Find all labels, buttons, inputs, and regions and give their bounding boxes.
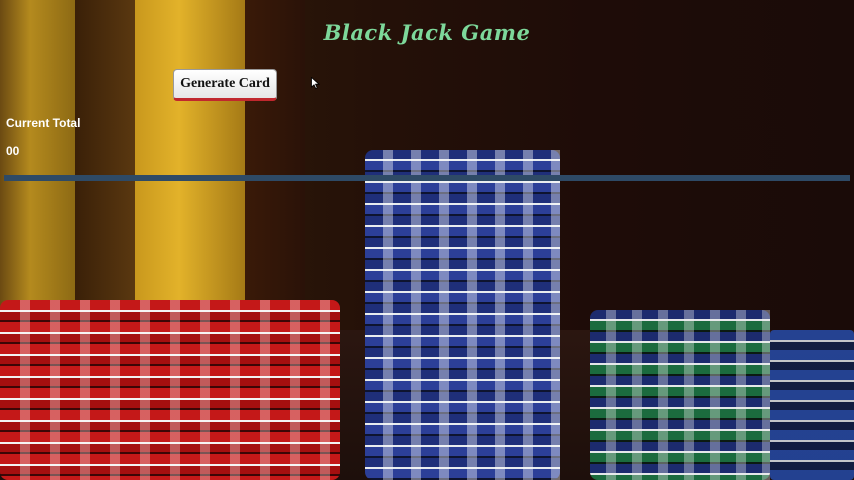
current-total-label: Current Total <box>6 116 81 130</box>
blue-chip-stack <box>365 150 560 480</box>
generate-card-button[interactable]: Generate Card <box>173 69 277 101</box>
red-chip-stack <box>0 300 340 480</box>
background-pillar <box>0 0 75 330</box>
page-title: Black Jack Game <box>323 20 531 45</box>
divider <box>4 175 850 181</box>
casino-chips-background <box>0 0 854 480</box>
background-pillar <box>135 0 245 330</box>
background-pillar <box>245 0 305 330</box>
blue-chip-stack-right <box>770 330 854 480</box>
mouse-pointer-icon <box>311 77 320 89</box>
background-pillar <box>75 0 135 330</box>
current-total-value: 00 <box>6 144 20 158</box>
green-chip-stack <box>590 310 770 480</box>
